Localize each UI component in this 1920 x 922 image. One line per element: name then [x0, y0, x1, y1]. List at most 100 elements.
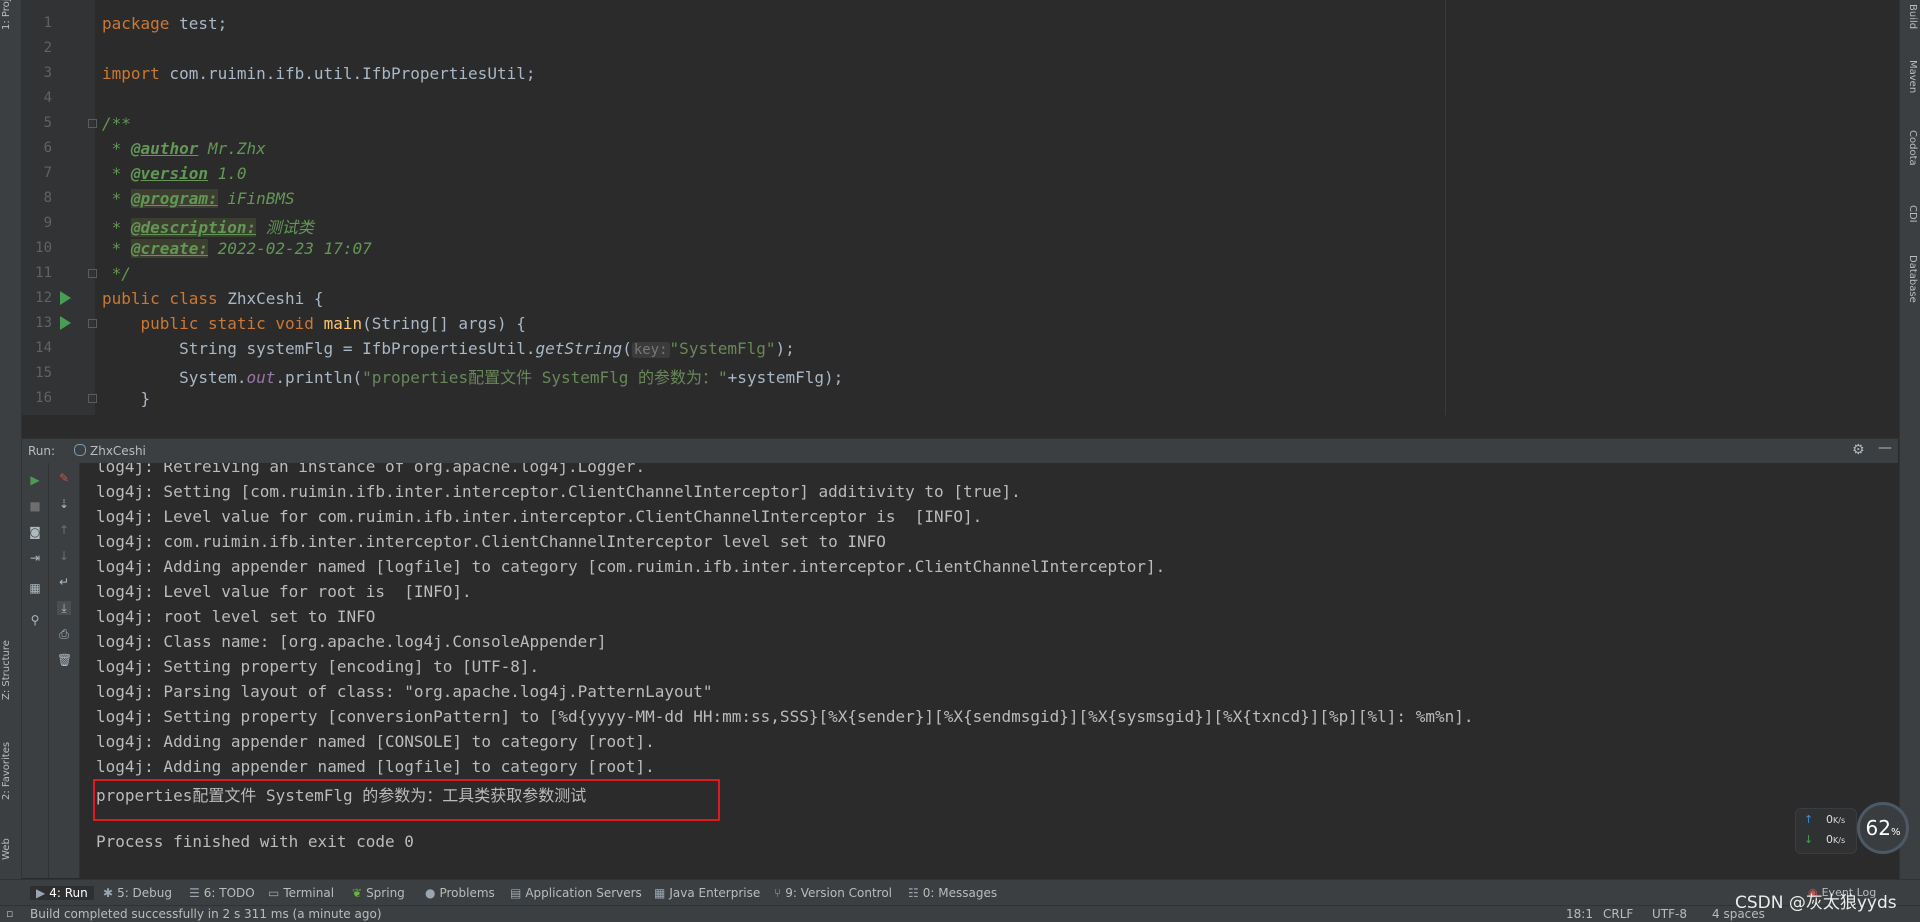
terminal-icon: ▭ [268, 886, 280, 900]
code-line: } [102, 389, 151, 408]
highlight-annotation-box [93, 779, 720, 821]
exit-icon[interactable]: ⇥ [28, 551, 42, 565]
console-line-exit: Process finished with exit code 0 [96, 832, 414, 851]
code-line: * @author Mr.Zhx [102, 139, 266, 158]
pin-icon[interactable]: ⚲ [28, 613, 42, 627]
line-number: 8 [43, 190, 52, 206]
console-line: log4j: Level value for root is [INFO]. [96, 582, 472, 601]
maven-tool-tab[interactable]: Maven [1907, 60, 1918, 93]
code-editor[interactable]: 1 2 3 4 5 6 7 8 9 10 11 12 13 14 15 16 p… [22, 0, 1898, 415]
tab-java-enterprise[interactable]: ▦ Java Enterprise [654, 886, 760, 900]
web-tool-tab[interactable]: Web [1, 838, 12, 860]
fold-marker-icon[interactable] [88, 394, 97, 403]
enterprise-icon: ▦ [654, 886, 666, 900]
code-line: */ [102, 264, 131, 283]
code-line: String systemFlg = IfbPropertiesUtil.get… [102, 339, 795, 358]
line-separator[interactable]: CRLF [1603, 907, 1633, 921]
code-line: package test; [102, 14, 228, 33]
database-tool-tab[interactable]: Database [1907, 255, 1918, 303]
codota-tool-tab[interactable]: Codota [1907, 130, 1918, 166]
console-line: log4j: Class name: [org.apache.log4j.Con… [96, 632, 607, 651]
camera-icon[interactable]: ◙ [28, 525, 42, 539]
line-number: 12 [35, 290, 52, 306]
messages-icon: ☷ [908, 886, 919, 900]
status-icon: ▫ [6, 907, 14, 920]
build-tool-tab[interactable]: Build [1907, 4, 1918, 29]
csdn-watermark: CSDN @灰太狼yyds [1735, 893, 1897, 913]
console-line: log4j: Parsing layout of class: "org.apa… [96, 682, 713, 701]
settings-gear-icon[interactable]: ⚙ [1852, 442, 1865, 458]
stop-icon[interactable]: ■ [28, 499, 42, 513]
java-class-icon [74, 444, 86, 456]
print-icon[interactable]: ⎙ [57, 627, 71, 641]
code-line: * @description: 测试类 [102, 218, 314, 237]
run-panel-label: Run: [28, 444, 56, 458]
upload-arrow-icon: ↑ [1804, 813, 1814, 826]
line-number: 13 [35, 315, 52, 331]
code-line: * @version 1.0 [102, 164, 247, 183]
download-arrow-icon: ↓ [1804, 833, 1814, 846]
console-line: log4j: Adding appender named [logfile] t… [96, 757, 655, 776]
project-tool-tab[interactable]: 1: Project [1, 0, 12, 30]
tab-todo[interactable]: ☰ 6: TODO [189, 886, 255, 900]
console-line: log4j: Level value for com.ruimin.ifb.in… [96, 507, 983, 526]
arrow-up-icon[interactable]: ↑ [57, 523, 71, 537]
run-tab-zhxceshi[interactable]: ZhxCeshi [74, 444, 146, 458]
line-number: 14 [35, 340, 52, 356]
editor-gutter: 1 2 3 4 5 6 7 8 9 10 11 12 13 14 15 16 [22, 0, 97, 415]
scroll-to-end-icon[interactable]: ⤓ [57, 601, 71, 615]
code-line: * @program: iFinBMS [102, 189, 295, 208]
run-class-gutter-icon[interactable] [60, 291, 71, 305]
spring-icon: ❦ [352, 886, 363, 900]
line-number: 16 [35, 390, 52, 406]
line-number: 11 [35, 265, 52, 281]
vcs-icon: ⑂ [774, 886, 782, 900]
right-tool-stripe: Build Maven Codota CDI Database [1899, 0, 1920, 905]
minimize-icon[interactable]: — [1878, 440, 1892, 456]
console-line: log4j: Adding appender named [logfile] t… [96, 557, 1166, 576]
code-line: public static void main(String[] args) { [102, 314, 526, 333]
run-toolbar-primary: ▶ ■ ◙ ⇥ ▦ ⚲ [22, 463, 49, 878]
sort-down-icon[interactable]: ⇣ [57, 497, 71, 511]
network-speed-widget: ↑ 0K/s ↓ 0K/s [1795, 808, 1857, 854]
tab-spring[interactable]: ❦ Spring [352, 886, 405, 900]
arrow-down-icon[interactable]: ↓ [57, 549, 71, 563]
fold-marker-icon[interactable] [88, 269, 97, 278]
fold-marker-icon[interactable] [88, 319, 97, 328]
download-speed: 0K/s [1826, 833, 1846, 846]
rerun-icon[interactable]: ▶ [28, 473, 42, 487]
bug-icon: ✱ [103, 886, 114, 900]
tab-problems[interactable]: ● Problems [425, 886, 495, 900]
tab-application-servers[interactable]: ▤ Application Servers [510, 886, 642, 900]
tab-messages[interactable]: ☷ 0: Messages [908, 886, 997, 900]
line-number: 5 [43, 115, 52, 131]
fold-marker-icon[interactable] [88, 119, 97, 128]
soft-wrap-icon[interactable]: ↵ [57, 575, 71, 589]
caret-position[interactable]: 18:1 [1566, 907, 1593, 921]
code-line: import com.ruimin.ifb.util.IfbProperties… [102, 64, 536, 83]
tab-version-control[interactable]: ⑂ 9: Version Control [774, 886, 892, 900]
right-margin-guide [1445, 0, 1446, 415]
console-line: log4j: Setting property [conversionPatte… [96, 707, 1474, 726]
trash-icon[interactable]: 🗑 [57, 653, 72, 667]
code-line: * @create: 2022-02-23 17:07 [102, 239, 372, 258]
tab-terminal[interactable]: ▭ Terminal [268, 886, 334, 900]
cdi-tool-tab[interactable]: CDI [1907, 205, 1918, 223]
tab-debug[interactable]: ✱ 5: Debug [103, 886, 172, 900]
problems-icon: ● [425, 886, 436, 900]
console-line: log4j: Adding appender named [CONSOLE] t… [96, 732, 655, 751]
left-tool-stripe: 1: Project Z: Structure 2: Favorites Web [0, 0, 22, 905]
tab-run[interactable]: ▶ 4: Run [30, 886, 94, 900]
server-icon: ▤ [510, 886, 522, 900]
run-tab-label: ZhxCeshi [90, 444, 146, 458]
structure-tool-tab[interactable]: Z: Structure [1, 640, 12, 700]
console-line: log4j: Setting property [encoding] to [U… [96, 657, 540, 676]
file-encoding[interactable]: UTF-8 [1652, 907, 1687, 921]
run-panel-header: Run: ZhxCeshi ⚙ — [22, 438, 1898, 464]
favorites-tool-tab[interactable]: 2: Favorites [1, 742, 12, 800]
line-number: 3 [43, 65, 52, 81]
upload-speed: 0K/s [1826, 813, 1846, 826]
run-main-gutter-icon[interactable] [60, 316, 71, 330]
layout-icon[interactable]: ▦ [28, 581, 42, 595]
clear-pencil-icon[interactable]: ✎ [57, 471, 71, 485]
